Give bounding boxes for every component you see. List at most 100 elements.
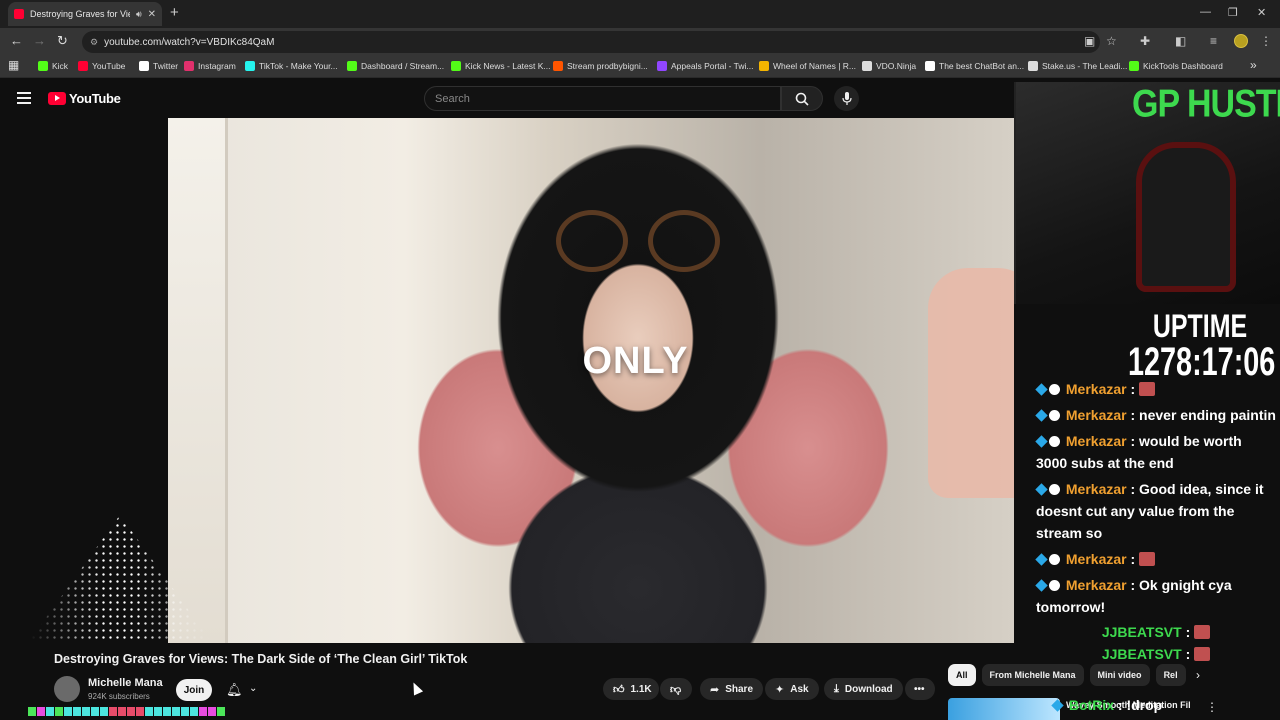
like-button[interactable]: 👍︎ 1.1K — [603, 678, 659, 700]
share-icon: ➦ — [710, 683, 720, 696]
bookmark-item[interactable]: TikTok - Make Your... — [245, 61, 338, 71]
chat-badge-icon — [1035, 435, 1048, 448]
ask-button[interactable]: ✦ Ask — [765, 678, 819, 700]
extensions-icon[interactable]: ✚ — [1140, 34, 1150, 48]
menu-icon[interactable]: ⋮ — [1260, 34, 1272, 48]
chip-0[interactable]: All — [948, 664, 976, 686]
chip-1[interactable]: From Michelle Mana — [981, 664, 1084, 686]
bookmark-label: KickTools Dashboard — [1143, 61, 1223, 71]
chat-message: Merkazar : would be worth 3000 subs at t… — [1035, 433, 1242, 471]
youtube-favicon-icon — [14, 9, 24, 19]
chip-3[interactable]: Rel — [1155, 664, 1186, 686]
bookmark-item[interactable]: KickTools Dashboard — [1129, 61, 1223, 71]
stream-chat: Merkazar : Merkazar : never ending paint… — [1035, 378, 1276, 666]
chat-message: Merkazar : — [1035, 548, 1276, 570]
bookmark-item[interactable]: VDO.Ninja — [862, 61, 916, 71]
close-tab-icon[interactable]: ✕ — [148, 9, 156, 20]
address-url: youtube.com/watch?v=VBDIKc84QaM — [104, 36, 275, 48]
hamburger-menu-icon[interactable] — [17, 92, 31, 107]
youtube-masthead: YouTube Search — [0, 78, 1014, 118]
reload-icon[interactable]: ↻ — [57, 33, 68, 49]
new-tab-icon[interactable]: + — [170, 4, 179, 21]
channel-subscribers: 924K subscribers — [88, 692, 150, 701]
bookmark-favicon-icon — [451, 61, 461, 71]
chat-emote-icon — [1139, 382, 1156, 396]
bookmark-star-icon[interactable]: ☆ — [1106, 34, 1117, 48]
more-bookmarks-icon[interactable]: » — [1250, 58, 1257, 72]
chip-2[interactable]: Mini video — [1089, 664, 1150, 686]
bookmark-item[interactable]: Kick News - Latest K... — [451, 61, 551, 71]
restore-icon[interactable]: ❐ — [1228, 6, 1238, 19]
bookmark-item[interactable]: The best ChatBot an... — [925, 61, 1024, 71]
bookmark-favicon-icon — [553, 61, 563, 71]
recommended-video-thumbnail[interactable] — [948, 698, 1060, 720]
bookmark-favicon-icon — [347, 61, 357, 71]
bookmark-item[interactable]: Twitter — [139, 61, 178, 71]
youtube-logo[interactable]: YouTube — [48, 91, 121, 106]
bookmark-item[interactable]: Stake.us - The Leadi... — [1028, 61, 1127, 71]
bookmark-item[interactable]: Kick — [38, 61, 68, 71]
close-window-icon[interactable]: ✕ — [1257, 6, 1266, 19]
chat-badge-icon — [1049, 484, 1060, 495]
bookmark-label: The best ChatBot an... — [939, 61, 1025, 71]
site-info-icon[interactable]: ⚙ — [90, 37, 98, 48]
chat-username: Merkazar — [1065, 577, 1127, 593]
chat-message: JJBEATSVT : — [1036, 644, 1276, 664]
browser-tab[interactable]: Destroying Graves for Views 🔊︎ ✕ — [8, 2, 162, 26]
chat-badge-icon — [1035, 409, 1048, 422]
download-icon: ⤓ — [834, 682, 839, 695]
dislike-button[interactable]: 👎︎ — [660, 678, 692, 700]
microphone-icon — [841, 91, 852, 105]
recommendation-chips: All From Michelle Mana Mini video Rel — [948, 664, 1186, 686]
chevron-right-icon[interactable]: › — [1196, 668, 1200, 682]
back-icon[interactable]: ← — [10, 33, 23, 48]
channel-name[interactable]: Michelle Mana — [88, 677, 163, 689]
channel-avatar[interactable] — [54, 676, 80, 702]
voice-search-button[interactable] — [834, 86, 859, 111]
chat-badge-icon — [1035, 553, 1048, 566]
bell-icon[interactable]: 🔔︎ — [226, 682, 243, 698]
bookmark-favicon-icon — [657, 61, 667, 71]
bookmark-item[interactable]: Stream prodbybigni... — [553, 61, 648, 71]
minimize-icon[interactable]: — — [1200, 6, 1211, 18]
bookmark-item[interactable]: Instagram — [184, 61, 236, 71]
apps-grid-icon[interactable]: ▦ — [8, 58, 19, 72]
emote-strip — [28, 707, 225, 716]
cast-icon[interactable]: ▣ — [1084, 34, 1095, 48]
forward-icon[interactable]: → — [33, 33, 46, 48]
more-vertical-icon[interactable]: ⋮ — [1206, 700, 1218, 714]
bookmark-label: Dashboard / Stream... — [361, 61, 445, 71]
bookmark-item[interactable]: YouTube — [78, 61, 125, 71]
join-button[interactable]: Join — [176, 679, 212, 701]
bookmark-item[interactable]: Appeals Portal - Twi... — [657, 61, 754, 71]
chat-badge-icon — [1049, 554, 1060, 565]
media-icon[interactable]: ≡ — [1210, 34, 1217, 48]
chat-username: JJBEATSVT — [1101, 646, 1182, 662]
bookmark-favicon-icon — [245, 61, 255, 71]
chat-message: Merkazar : — [1035, 378, 1276, 400]
browser-toolbar: ← → ↻ ⚙ youtube.com/watch?v=VBDIKc84QaM … — [0, 28, 1280, 56]
bookmark-label: Twitter — [153, 61, 179, 71]
more-actions-button[interactable]: ••• — [905, 678, 935, 700]
search-input[interactable]: Search — [424, 86, 781, 111]
profile-avatar[interactable] — [1234, 34, 1248, 48]
bookmark-label: Appeals Portal - Twi... — [671, 61, 754, 71]
video-player[interactable]: ONLY — [168, 118, 1014, 643]
download-button[interactable]: ⤓ Download — [824, 678, 903, 700]
search-button[interactable] — [781, 86, 823, 111]
chat-text: never ending paintin — [1139, 407, 1276, 423]
sidebar-icon[interactable]: ◧ — [1175, 34, 1186, 48]
chat-badge-icon — [1035, 579, 1048, 592]
webcam-title: GP HUSTLA — [1132, 82, 1280, 126]
bookmark-item[interactable]: Wheel of Names | R... — [759, 61, 856, 71]
address-bar[interactable]: ⚙ youtube.com/watch?v=VBDIKc84QaM — [82, 31, 1100, 53]
chat-username: Merkazar — [1065, 551, 1127, 567]
bookmark-label: TikTok - Make Your... — [259, 61, 338, 71]
chevron-down-icon[interactable]: ⌄ — [249, 683, 257, 694]
bookmark-item[interactable]: Dashboard / Stream... — [347, 61, 444, 71]
share-button[interactable]: ➦ Share — [700, 678, 764, 700]
chat-username: Merkazar — [1065, 381, 1127, 397]
chat-emote-icon — [1194, 647, 1211, 661]
bookmark-favicon-icon — [862, 61, 872, 71]
speaker-icon[interactable]: 🔊︎ — [136, 9, 142, 20]
